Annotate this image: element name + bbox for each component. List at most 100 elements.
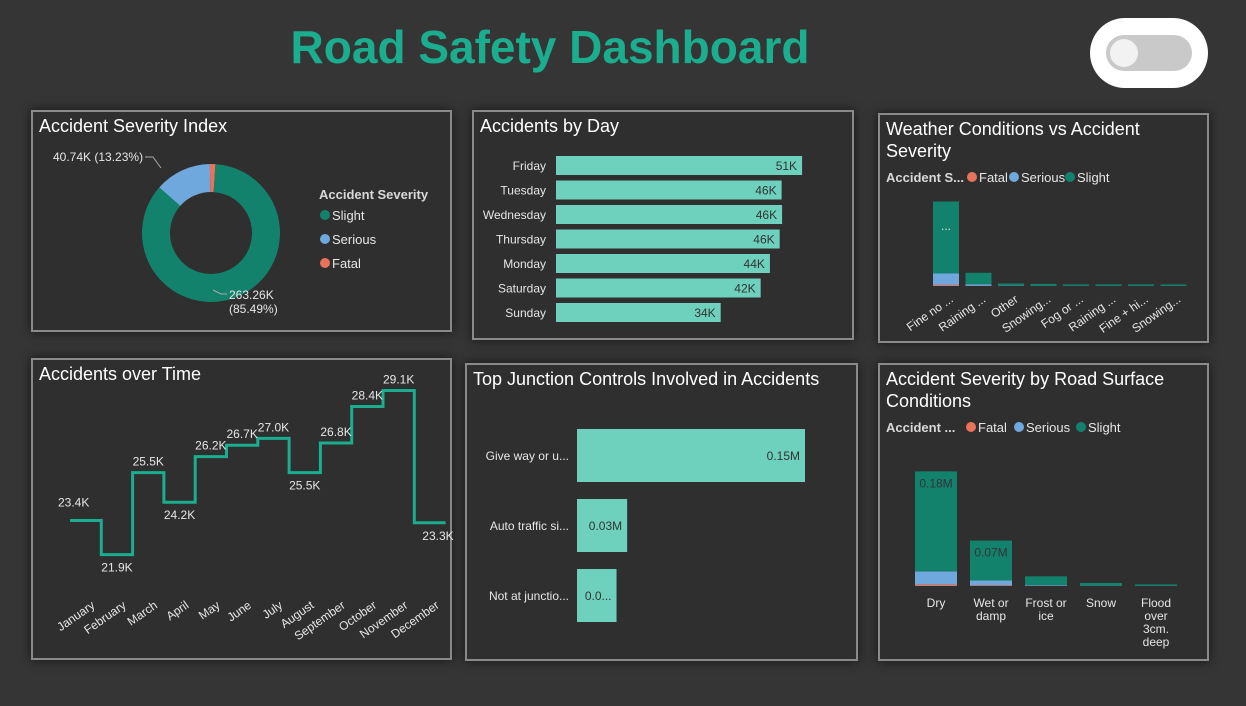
- weather-legend-marker: [1009, 172, 1019, 182]
- surface-category-label: Dry: [927, 596, 946, 610]
- day-category-label: Friday: [513, 159, 546, 173]
- day-data-label: 46K: [753, 233, 774, 247]
- surface-data-label: 0.18M: [919, 476, 952, 490]
- weather-bar-segment: [933, 273, 959, 285]
- severity-panel: Accident Severity Index 40.74K (13.23%) 2…: [31, 110, 452, 332]
- donut-label-slight-2: (85.49%): [229, 302, 278, 316]
- surface-bar-segment: [915, 584, 957, 586]
- surface-category-label: deep: [1143, 635, 1170, 649]
- surface-legend-marker: [1014, 422, 1024, 432]
- surface-stacked-chart: Accident ... Fatal Serious Slight 0.18M Dry 0.…: [886, 420, 1177, 649]
- day-bar: [556, 205, 783, 224]
- toggle-track[interactable]: [1106, 35, 1192, 71]
- day-bar: [556, 254, 770, 273]
- weather-bar-segment: [1030, 283, 1057, 286]
- junction-data-label: 0.03M: [589, 519, 622, 533]
- weather-legend-item: Slight: [1077, 170, 1110, 185]
- junction-category-label: Give way or u...: [486, 449, 569, 463]
- donut-legend-item: Serious: [332, 232, 377, 247]
- weather-bar-segment: [998, 283, 1024, 286]
- day-data-label: 44K: [744, 257, 765, 271]
- day-category-label: Thursday: [496, 233, 546, 247]
- surface-legend-title: Accident ...: [886, 420, 955, 435]
- surface-bar-segment: [970, 585, 1012, 586]
- time-category-label: March: [125, 598, 160, 629]
- time-data-label: 27.0K: [258, 420, 289, 434]
- weather-bar-segment: [965, 284, 992, 286]
- weather-data-label: ...: [941, 219, 951, 233]
- surface-bar-segment: [1025, 585, 1067, 586]
- day-bar: [556, 180, 782, 200]
- day-category-label: Saturday: [498, 282, 546, 296]
- time-data-label: 23.3K: [422, 529, 453, 543]
- donut-leader-serious: [145, 156, 162, 169]
- donut-legend-marker: [320, 210, 330, 220]
- time-panel: Accidents over Time 23.4K January 21.9K Feb…: [31, 358, 454, 660]
- weather-legend-marker: [1065, 172, 1075, 182]
- surface-category-label: Snow: [1086, 596, 1116, 610]
- day-category-label: Wednesday: [483, 208, 546, 222]
- weather-bar-segment: [933, 201, 959, 274]
- time-data-label: 29.1K: [383, 373, 414, 387]
- donut-label-serious: 40.74K (13.23%): [53, 150, 143, 164]
- surface-legend-marker: [1076, 422, 1086, 432]
- time-category-label: April: [164, 598, 192, 623]
- day-panel: Accidents by Day Friday 51K Tuesday 46K Wedn…: [472, 110, 854, 340]
- weather-legend-item: Serious: [1021, 170, 1066, 185]
- time-data-label: 25.5K: [289, 479, 320, 493]
- day-category-label: Sunday: [505, 306, 546, 320]
- toggle-knob[interactable]: [1110, 39, 1138, 67]
- time-data-label: 26.8K: [320, 425, 351, 439]
- weather-legend-marker: [967, 172, 977, 182]
- time-step-line: [70, 389, 446, 557]
- day-data-label: 34K: [694, 306, 715, 320]
- donut-legend-marker: [320, 258, 330, 268]
- theme-toggle[interactable]: [1090, 18, 1208, 88]
- dashboard-title: Road Safety Dashboard: [290, 21, 810, 73]
- junction-data-label: 0.0...: [585, 589, 612, 603]
- surface-legend-item: Fatal: [978, 420, 1007, 435]
- junction-panel: Top Junction Controls Involved in Accide…: [465, 363, 858, 661]
- surface-bar-segment: [1135, 584, 1177, 586]
- day-bar: [556, 156, 803, 175]
- junction-category-label: Auto traffic si...: [490, 519, 569, 533]
- time-data-label: 23.4K: [58, 495, 89, 509]
- time-data-label: 21.9K: [101, 561, 132, 575]
- time-data-label: 25.5K: [133, 455, 164, 469]
- junction-data-label: 0.15M: [767, 449, 800, 463]
- surface-category-label: 3cm.: [1143, 622, 1169, 636]
- surface-bar-segment: [970, 580, 1012, 586]
- donut-legend-title: Accident Severity: [319, 187, 429, 202]
- time-line-chart: 23.4KJanuary21.9KFebruary25.5KMarch24.2K…: [54, 373, 453, 644]
- day-data-label: 42K: [734, 282, 755, 296]
- surface-category-label: damp: [976, 609, 1006, 623]
- weather-stacked-chart: Accident S... Fatal Serious Slight...Fine n…: [886, 170, 1187, 336]
- day-bar-chart: Friday 51K Tuesday 46K Wednesday 46K Thursday 4…: [483, 156, 803, 322]
- time-data-label: 26.2K: [195, 439, 226, 453]
- weather-legend-title: Accident S...: [886, 170, 964, 185]
- donut-legend-item: Slight: [332, 208, 365, 223]
- weather-bar-segment: [933, 284, 959, 286]
- weather-bar-segment: [1160, 284, 1187, 286]
- weather-bar-segment: [965, 272, 992, 285]
- surface-category-label: over: [1144, 609, 1167, 623]
- surface-data-label: 0.07M: [974, 546, 1007, 560]
- weather-legend-item: Fatal: [979, 170, 1008, 185]
- day-category-label: Tuesday: [500, 184, 546, 198]
- time-category-label: June: [225, 598, 255, 625]
- weather-bar-segment: [1063, 284, 1089, 286]
- surface-category-label: Frost or: [1025, 596, 1066, 610]
- day-data-label: 46K: [756, 208, 777, 222]
- weather-bar-segment: [1095, 284, 1122, 286]
- surface-category-label: Wet or: [973, 596, 1008, 610]
- junction-category-label: Not at junctio...: [489, 589, 569, 603]
- surface-panel: Accident Severity by Road Surface Condit…: [878, 363, 1209, 661]
- junction-bar-chart: Give way or u... 0.15M Auto traffic si... 0…: [486, 429, 805, 622]
- weather-bar-segment: [1128, 284, 1154, 286]
- surface-bar-segment: [1080, 582, 1122, 586]
- surface-bar-segment: [1025, 576, 1067, 586]
- time-data-label: 28.4K: [352, 388, 383, 402]
- weather-panel: Weather Conditions vs Accident Severity …: [878, 113, 1209, 343]
- surface-category-label: ice: [1038, 609, 1054, 623]
- day-data-label: 46K: [755, 184, 776, 198]
